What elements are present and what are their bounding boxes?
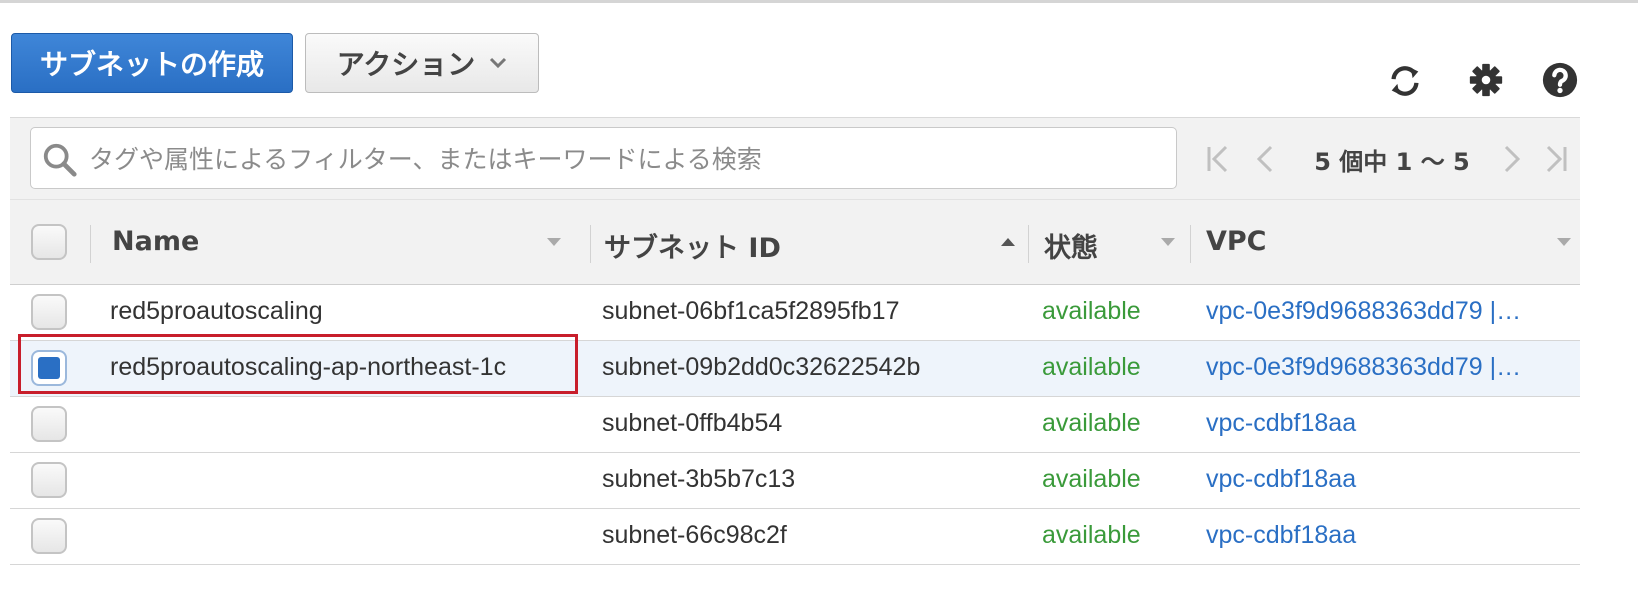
help-icon[interactable] [1541,61,1579,99]
column-label: Name [112,226,200,257]
column-header-name[interactable]: Name [98,200,588,286]
refresh-icon[interactable] [1386,62,1424,100]
checkbox-fill [38,357,60,379]
column-label: サブネット ID [604,233,781,264]
cell-state: available [1042,353,1141,381]
pagination: 5 個中 1 〜 5 [1196,118,1580,200]
table-row[interactable]: red5proautoscaling subnet-06bf1ca5f2895f… [10,285,1580,341]
table-row[interactable]: subnet-3b5b7c13 available vpc-cdbf18aa [10,453,1580,509]
sort-unsorted-icon[interactable] [1160,236,1176,248]
cell-subnet-id: subnet-66c98c2f [602,521,787,549]
gear-icon[interactable] [1467,61,1505,99]
cell-name: red5proautoscaling-ap-northeast-1c [110,353,507,381]
next-page-icon[interactable] [1496,143,1526,175]
search-input[interactable] [87,128,1171,190]
top-divider [0,0,1638,3]
actions-dropdown-button[interactable]: アクション [305,33,539,93]
row-checkbox[interactable] [31,518,67,554]
column-header-state[interactable]: 状態 [1030,200,1190,286]
cell-state: available [1042,521,1141,549]
cell-state: available [1042,297,1141,325]
cell-vpc-link[interactable]: vpc-cdbf18aa [1206,409,1576,438]
previous-page-icon[interactable] [1251,143,1281,175]
cell-state: available [1042,465,1141,493]
chevron-down-icon [490,57,507,69]
pagination-text: 5 個中 1 〜 5 [1314,148,1470,176]
create-subnet-button[interactable]: サブネットの作成 [11,33,293,93]
table-row[interactable]: subnet-0ffb4b54 available vpc-cdbf18aa [10,397,1580,453]
column-label: VPC [1206,226,1267,257]
cell-name: red5proautoscaling [110,297,323,325]
search-icon [43,143,77,177]
cell-vpc-link[interactable]: vpc-0e3f9d9688363dd79 |… [1206,297,1576,326]
sort-ascending-icon[interactable] [1000,236,1016,248]
row-checkbox[interactable] [31,462,67,498]
table-row-selected[interactable]: red5proautoscaling-ap-northeast-1c subne… [10,341,1580,397]
sort-unsorted-icon[interactable] [1556,236,1572,248]
column-divider [590,225,591,263]
row-checkbox[interactable] [31,294,67,330]
select-all-checkbox[interactable] [31,224,67,260]
actions-label: アクション [336,49,476,80]
search-box[interactable] [30,127,1177,190]
first-page-icon[interactable] [1204,143,1234,175]
cell-vpc-link[interactable]: vpc-0e3f9d9688363dd79 |… [1206,353,1576,382]
filter-bar: 5 個中 1 〜 5 [10,117,1580,200]
column-divider [1028,225,1029,263]
cell-vpc-link[interactable]: vpc-cdbf18aa [1206,521,1576,550]
cell-subnet-id: subnet-0ffb4b54 [602,409,783,437]
column-header-subnet-id[interactable]: サブネット ID [592,200,1024,286]
sort-unsorted-icon[interactable] [546,236,562,248]
cell-subnet-id: subnet-3b5b7c13 [602,465,796,493]
cell-subnet-id: subnet-06bf1ca5f2895fb17 [602,297,900,325]
column-divider [90,225,91,263]
row-checkbox[interactable] [31,406,67,442]
cell-subnet-id: subnet-09b2dd0c32622542b [602,353,921,381]
cell-state: available [1042,409,1141,437]
column-header-vpc[interactable]: VPC [1192,200,1580,286]
table-row[interactable]: subnet-66c98c2f available vpc-cdbf18aa [10,509,1580,565]
table-header: Name サブネット ID 状態 VPC [10,199,1580,285]
row-checkbox-checked[interactable] [31,350,67,386]
column-label: 状態 [1044,233,1098,264]
column-divider [1190,225,1191,263]
cell-vpc-link[interactable]: vpc-cdbf18aa [1206,465,1576,494]
last-page-icon[interactable] [1540,143,1570,175]
